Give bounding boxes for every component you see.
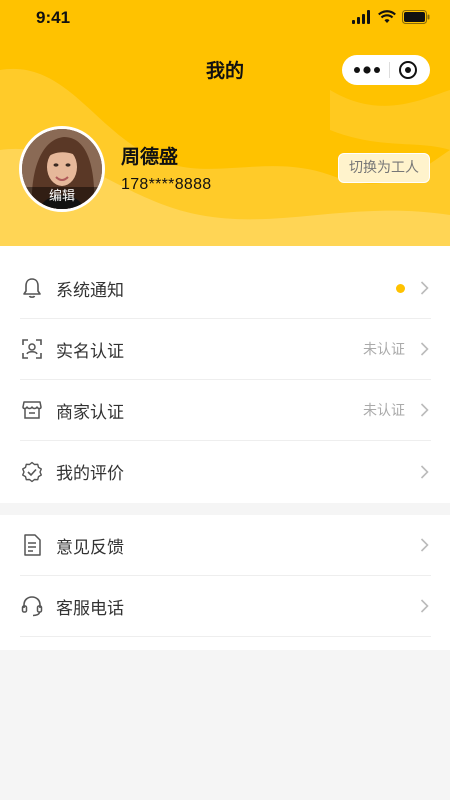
bell-icon bbox=[20, 276, 44, 300]
avatar[interactable]: 编辑 bbox=[19, 126, 105, 212]
chevron-right-icon bbox=[417, 599, 431, 613]
menu-item-label: 商家认证 bbox=[56, 402, 124, 423]
menu-item-label: 客服电话 bbox=[56, 598, 124, 619]
menu-item-my-reviews[interactable]: 我的评价 bbox=[20, 441, 431, 502]
user-phone: 178****8888 bbox=[121, 176, 212, 193]
menu-item-feedback[interactable]: 意见反馈 bbox=[20, 515, 431, 576]
verification-status: 未认证 bbox=[363, 342, 405, 358]
switch-role-button[interactable]: 切换为工人 bbox=[338, 153, 430, 183]
menu-item-customer-service[interactable]: 客服电话 bbox=[20, 576, 431, 637]
avatar-edit-label[interactable]: 编辑 bbox=[22, 187, 102, 209]
document-icon bbox=[20, 533, 44, 557]
more-icon[interactable] bbox=[354, 66, 380, 74]
store-icon bbox=[20, 398, 44, 422]
chevron-right-icon bbox=[417, 464, 431, 479]
id-scan-icon bbox=[20, 337, 44, 361]
unread-dot bbox=[396, 283, 405, 293]
status-time: 9:41 bbox=[36, 8, 71, 27]
menu-group-account: 系统通知 实名认证 未认证 商家认证 未认证 我的评价 bbox=[0, 246, 450, 503]
menu-group-support: 意见反馈 客服电话 bbox=[0, 515, 450, 650]
chevron-right-icon bbox=[417, 538, 431, 552]
close-target-icon[interactable] bbox=[398, 60, 418, 80]
menu-item-label: 我的评价 bbox=[56, 464, 124, 484]
menu-item-notifications[interactable]: 系统通知 bbox=[20, 258, 431, 319]
mini-program-capsule bbox=[342, 55, 430, 85]
menu-item-label: 实名认证 bbox=[56, 341, 124, 362]
wifi-icon bbox=[378, 10, 396, 23]
signal-icon bbox=[352, 10, 370, 24]
menu-item-merchant-verification[interactable]: 商家认证 未认证 bbox=[20, 380, 431, 441]
status-icons bbox=[352, 8, 430, 26]
menu-item-real-name-verification[interactable]: 实名认证 未认证 bbox=[20, 319, 431, 380]
menu-item-label: 意见反馈 bbox=[56, 537, 124, 558]
chevron-right-icon bbox=[417, 403, 431, 417]
capsule-divider bbox=[388, 62, 390, 78]
chevron-right-icon bbox=[417, 281, 431, 295]
menu-item-label: 系统通知 bbox=[56, 280, 124, 301]
chevron-right-icon bbox=[417, 342, 431, 356]
badge-check-icon bbox=[20, 460, 44, 484]
verification-status: 未认证 bbox=[363, 403, 405, 419]
profile-header: 9:41 我的 编辑 周德盛 178****8888 切换为工人 bbox=[0, 0, 450, 246]
user-name: 周德盛 bbox=[121, 146, 179, 168]
status-bar: 9:41 bbox=[0, 0, 450, 36]
headset-icon bbox=[20, 594, 44, 618]
battery-icon bbox=[402, 10, 430, 24]
